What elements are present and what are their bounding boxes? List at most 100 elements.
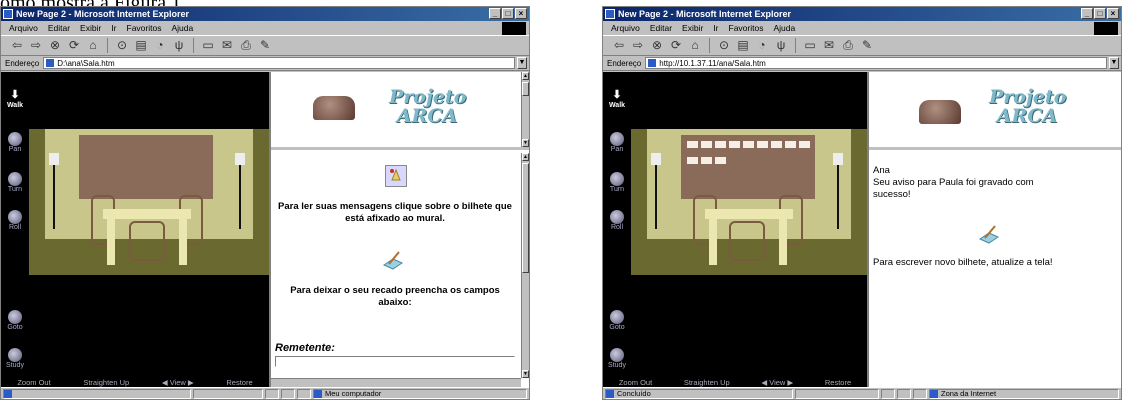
note[interactable] — [771, 141, 782, 148]
view-button[interactable]: ◀ View ▶ — [761, 378, 793, 387]
note[interactable] — [687, 157, 698, 164]
menu-ir[interactable]: Ir — [713, 23, 718, 33]
menu-ir[interactable]: Ir — [111, 23, 116, 33]
home-icon[interactable]: ⌂ — [85, 38, 101, 53]
menu-ajuda[interactable]: Ajuda — [773, 23, 795, 33]
refresh-icon[interactable]: ⟳ — [668, 38, 684, 53]
bell-note-icon[interactable] — [385, 165, 407, 187]
menu-editar[interactable]: Editar — [650, 23, 672, 33]
note[interactable] — [701, 141, 712, 148]
stop-icon[interactable]: ⊗ — [47, 38, 63, 53]
edit-icon[interactable]: ✎ — [859, 38, 875, 53]
roll-button[interactable]: Roll — [3, 210, 27, 231]
search-icon[interactable]: ⊙ — [114, 38, 130, 53]
vrml-viewer[interactable]: ⬇ Walk Pan Turn Roll Goto Study Zoom Out… — [603, 72, 867, 387]
fullscreen-icon[interactable]: ▭ — [802, 38, 818, 53]
windows-logo-icon — [502, 22, 526, 35]
goto-button[interactable]: Goto — [605, 310, 629, 331]
room-scene[interactable] — [631, 129, 867, 275]
globe-icon — [930, 389, 938, 398]
search-icon[interactable]: ⊙ — [716, 38, 732, 53]
note[interactable] — [715, 141, 726, 148]
note[interactable] — [729, 141, 740, 148]
address-dropdown-icon[interactable]: ▼ — [1109, 57, 1119, 69]
remetente-input[interactable] — [275, 356, 515, 367]
roll-button[interactable]: Roll — [605, 210, 629, 231]
note[interactable] — [715, 157, 726, 164]
restore-button[interactable]: Restore — [226, 378, 252, 387]
bulletin-board[interactable] — [681, 135, 815, 199]
back-icon[interactable]: ⇦ — [611, 38, 627, 53]
menu-favoritos[interactable]: Favoritos — [729, 23, 764, 33]
menu-exibir[interactable]: Exibir — [682, 23, 703, 33]
zoom-out-button[interactable]: Zoom Out — [619, 378, 652, 387]
walk-button[interactable]: ⬇ Walk — [3, 88, 27, 109]
note[interactable] — [701, 157, 712, 164]
walk-button[interactable]: ⬇ Walk — [605, 88, 629, 109]
forward-icon[interactable]: ⇨ — [630, 38, 646, 53]
channels-icon[interactable]: ψ — [773, 38, 789, 53]
content-area: ⬇ Walk Pan Turn Roll Goto Study Zoom Out… — [603, 72, 1121, 387]
close-icon[interactable]: × — [515, 8, 527, 19]
view-button[interactable]: ◀ View ▶ — [162, 378, 194, 387]
note[interactable] — [687, 141, 698, 148]
stop-icon[interactable]: ⊗ — [649, 38, 665, 53]
home-icon[interactable]: ⌂ — [687, 38, 703, 53]
turn-button[interactable]: Turn — [605, 172, 629, 193]
note[interactable] — [757, 141, 768, 148]
lamp-right — [833, 153, 843, 165]
menu-exibir[interactable]: Exibir — [80, 23, 101, 33]
straighten-up-button[interactable]: Straighten Up — [83, 378, 129, 387]
mail-icon[interactable]: ✉ — [821, 38, 837, 53]
study-button[interactable]: Study — [605, 348, 629, 369]
pan-button[interactable]: Pan — [605, 132, 629, 153]
forward-icon[interactable]: ⇨ — [28, 38, 44, 53]
turn-button[interactable]: Turn — [3, 172, 27, 193]
room-scene[interactable] — [29, 129, 269, 275]
banner-scrollbar[interactable]: ▲ ▼ — [521, 72, 529, 147]
menu-arquivo[interactable]: Arquivo — [611, 23, 640, 33]
message-scrollbar[interactable]: ▲ ▼ — [521, 153, 529, 378]
address-dropdown-icon[interactable]: ▼ — [517, 57, 527, 69]
turn-icon — [8, 172, 22, 186]
menu-ajuda[interactable]: Ajuda — [171, 23, 193, 33]
history-icon[interactable]: ◔ — [152, 38, 168, 53]
study-icon — [8, 348, 22, 362]
goto-button[interactable]: Goto — [3, 310, 27, 331]
menu-editar[interactable]: Editar — [48, 23, 70, 33]
restore-button[interactable]: Restore — [825, 378, 851, 387]
maximize-icon[interactable]: □ — [502, 8, 514, 19]
menu-arquivo[interactable]: Arquivo — [9, 23, 38, 33]
title-bar[interactable]: New Page 2 - Microsoft Internet Explorer… — [1, 7, 529, 21]
address-input[interactable]: http://10.1.37.11/ana/Sala.htm — [645, 57, 1107, 69]
bulletin-board[interactable] — [79, 135, 213, 199]
vrml-viewer[interactable]: ⬇ Walk Pan Turn Roll Goto Study Zoom Out… — [1, 72, 269, 387]
favorites-icon[interactable]: ▤ — [735, 38, 751, 53]
study-button[interactable]: Study — [3, 348, 27, 369]
pan-button[interactable]: Pan — [3, 132, 27, 153]
print-icon[interactable]: ⎙ — [840, 38, 856, 53]
zoom-out-button[interactable]: Zoom Out — [17, 378, 50, 387]
edit-icon[interactable]: ✎ — [257, 38, 273, 53]
favorites-icon[interactable]: ▤ — [133, 38, 149, 53]
menu-favoritos[interactable]: Favoritos — [127, 23, 162, 33]
print-icon[interactable]: ⎙ — [238, 38, 254, 53]
note[interactable] — [785, 141, 796, 148]
minimize-icon[interactable]: _ — [1081, 8, 1093, 19]
history-icon[interactable]: ◔ — [754, 38, 770, 53]
note[interactable] — [799, 141, 810, 148]
fullscreen-icon[interactable]: ▭ — [200, 38, 216, 53]
turn-icon — [610, 172, 624, 186]
mail-icon[interactable]: ✉ — [219, 38, 235, 53]
straighten-up-button[interactable]: Straighten Up — [684, 378, 730, 387]
note[interactable] — [743, 141, 754, 148]
title-bar[interactable]: New Page 2 - Microsoft Internet Explorer… — [603, 7, 1121, 21]
address-input[interactable]: D:\ana\Sala.htm — [43, 57, 515, 69]
minimize-icon[interactable]: _ — [489, 8, 501, 19]
horizontal-scrollbar[interactable] — [271, 378, 521, 387]
channels-icon[interactable]: ψ — [171, 38, 187, 53]
close-icon[interactable]: × — [1107, 8, 1119, 19]
maximize-icon[interactable]: □ — [1094, 8, 1106, 19]
back-icon[interactable]: ⇦ — [9, 38, 25, 53]
refresh-icon[interactable]: ⟳ — [66, 38, 82, 53]
